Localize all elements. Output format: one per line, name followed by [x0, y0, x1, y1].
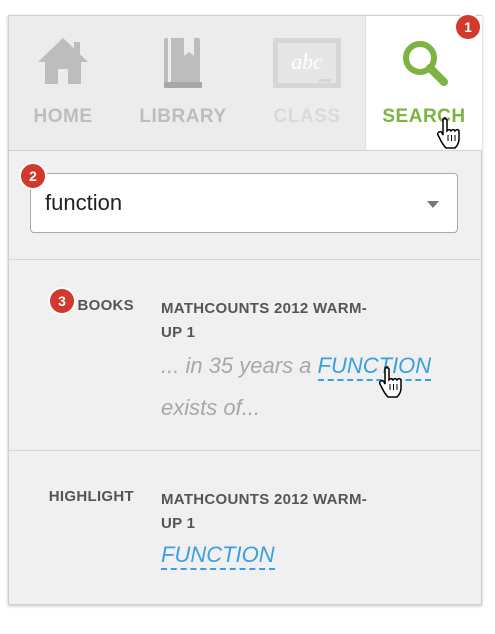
search-icon — [398, 36, 450, 93]
highlight-link[interactable]: FUNCTION — [317, 353, 432, 381]
hand-cursor-icon — [436, 117, 462, 154]
highlight-link[interactable]: FUNCTION — [161, 542, 275, 570]
chevron-down-icon[interactable] — [427, 201, 439, 208]
nav-search-label: SEARCH — [382, 106, 466, 127]
nav-home[interactable]: HOME — [9, 16, 117, 150]
search-panel: HOME LIBRARY abc CLASS SEARCH function B… — [8, 15, 482, 605]
result-snippet: FUNCTION — [161, 534, 471, 576]
result-title: MATHCOUNTS 2012 WARM-UP 1 — [161, 491, 368, 532]
callout-badge-2: 2 — [19, 162, 47, 190]
chalkboard-icon: abc — [271, 36, 343, 97]
search-input-value: function — [45, 190, 123, 215]
chalkboard-text: abc — [291, 49, 323, 74]
search-result-books[interactable]: BOOKS MATHCOUNTS 2012 WARM-UP 1 ... in 3… — [9, 297, 481, 447]
book-icon — [160, 36, 206, 95]
home-icon — [36, 36, 90, 91]
callout-badge-1: 1 — [454, 13, 482, 41]
callout-badge-3: 3 — [48, 287, 76, 315]
result-snippet: ... in 35 years a FUNCTION exists of... — [161, 345, 471, 429]
nav-class[interactable]: abc CLASS — [249, 16, 365, 150]
top-navigation: HOME LIBRARY abc CLASS SEARCH — [9, 16, 482, 151]
snippet-before: ... in 35 years a — [161, 353, 318, 378]
nav-library-label: LIBRARY — [139, 106, 227, 127]
result-title: MATHCOUNTS 2012 WARM-UP 1 — [161, 300, 368, 341]
search-result-highlight[interactable]: HIGHLIGHT MATHCOUNTS 2012 WARM-UP 1 FUNC… — [9, 488, 481, 598]
hand-cursor-icon — [378, 366, 404, 403]
nav-home-label: HOME — [33, 106, 93, 127]
nav-library[interactable]: LIBRARY — [117, 16, 249, 150]
result-type-label: HIGHLIGHT — [48, 488, 134, 505]
nav-class-label: CLASS — [273, 106, 341, 127]
divider — [9, 450, 481, 451]
divider — [9, 259, 481, 260]
snippet-after: exists of... — [161, 395, 261, 420]
search-input[interactable]: function — [30, 173, 458, 233]
